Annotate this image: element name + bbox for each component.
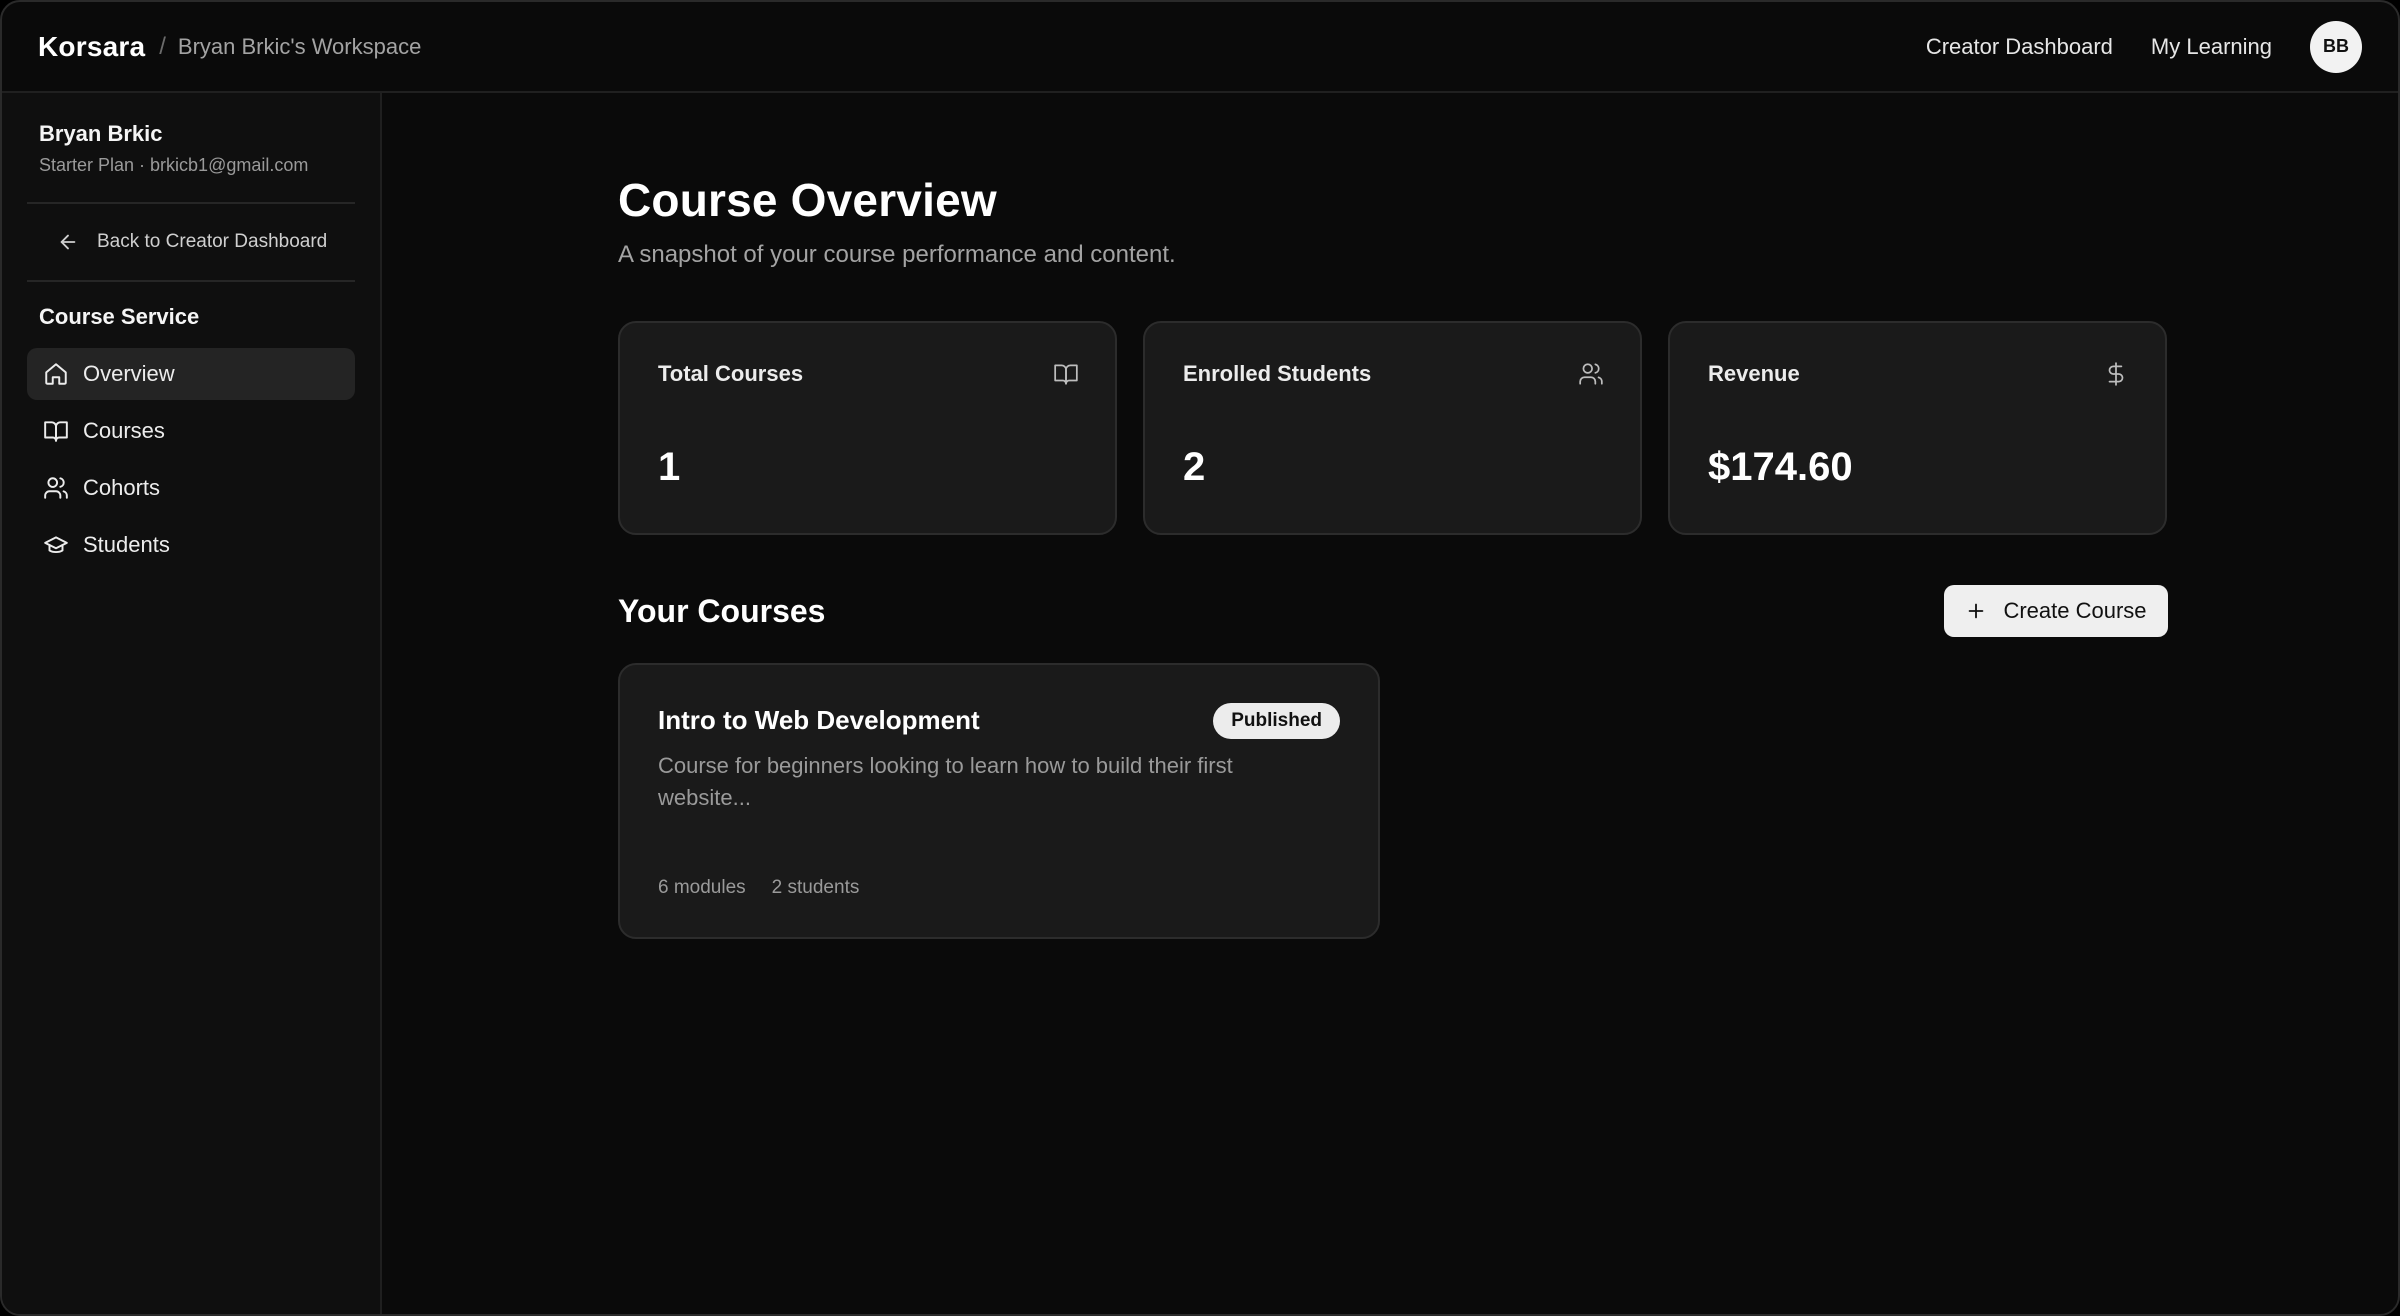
sidebar-item-label: Overview [83, 361, 175, 386]
stat-value: $174.60 [1708, 445, 1853, 489]
sidebar-item-courses[interactable]: Courses [27, 405, 355, 457]
sidebar-item-overview[interactable]: Overview [27, 348, 355, 400]
top-bar: Korsara / Bryan Brkic's Workspace Creato… [2, 2, 2398, 93]
dollar-icon [2108, 362, 2124, 386]
create-course-label: Create Course [2003, 598, 2147, 623]
stat-label: Revenue [1708, 361, 1800, 386]
course-modules-count: 6 modules [658, 877, 746, 898]
course-card[interactable]: Intro to Web Development Published Cours… [618, 663, 1380, 939]
book-open-icon [44, 421, 68, 442]
stat-value: 2 [1183, 445, 1206, 489]
course-meta: 6 modules 2 students [658, 877, 859, 899]
sidebar-item-cohorts[interactable]: Cohorts [27, 462, 355, 514]
section-title: Course Service [39, 304, 200, 329]
sidebar-item-label: Courses [83, 418, 165, 443]
brand-logo[interactable]: Korsara [38, 31, 145, 63]
my-learning-link[interactable]: My Learning [2151, 34, 2272, 60]
user-plan-email: Starter Plan · brkicb1@gmail.com [39, 155, 309, 175]
home-icon [45, 363, 67, 385]
back-link-label: Back to Creator Dashboard [97, 231, 328, 252]
plus-icon [1969, 603, 1984, 619]
top-nav: Creator Dashboard My Learning BB [1888, 20, 2362, 73]
page-title: Course Overview [618, 174, 997, 226]
users-icon [44, 477, 68, 499]
sidebar-divider [27, 280, 355, 282]
stat-value: 1 [658, 445, 681, 489]
arrow-left-icon [60, 234, 76, 250]
creator-dashboard-link[interactable]: Creator Dashboard [1926, 34, 2113, 60]
sidebar-item-label: Students [83, 532, 170, 557]
course-description: Course for beginners looking to learn ho… [658, 753, 1233, 810]
user-name: Bryan Brkic [39, 121, 163, 146]
workspace-name[interactable]: Bryan Brkic's Workspace [178, 34, 421, 60]
status-badge: Published [1213, 703, 1340, 739]
breadcrumb-separator: / [159, 32, 166, 60]
stat-card-enrolled-students: Enrolled Students 2 [1143, 321, 1642, 535]
stat-card-total-courses: Total Courses 1 [618, 321, 1117, 535]
main-content: Course Overview A snapshot of your cours… [618, 93, 2168, 939]
graduation-cap-icon [44, 536, 68, 554]
book-open-icon [1054, 364, 1078, 385]
stats-row: Total Courses 1 Enrolled Students 2 Reve… [618, 321, 2168, 535]
sidebar: Bryan Brkic Starter Plan · brkicb1@gmail… [2, 93, 382, 1314]
section-heading-your-courses: Your Courses [618, 592, 826, 629]
back-to-dashboard-link[interactable]: Back to Creator Dashboard [27, 204, 355, 280]
stat-label: Total Courses [658, 361, 804, 386]
sidebar-item-students[interactable]: Students [27, 519, 355, 571]
stat-label: Enrolled Students [1183, 361, 1372, 386]
course-students-count: 2 students [771, 877, 860, 898]
create-course-button[interactable]: Create Course [1944, 585, 2168, 637]
courses-header: Your Courses Create Course [618, 585, 2168, 637]
page-subtitle: A snapshot of your course performance an… [618, 241, 1176, 268]
stat-card-revenue: Revenue $174.60 [1668, 321, 2167, 535]
app-window: Korsara / Bryan Brkic's Workspace Creato… [0, 0, 2400, 1316]
avatar[interactable]: BB [2310, 20, 2362, 73]
users-icon [1579, 363, 1603, 385]
sidebar-item-label: Cohorts [83, 475, 161, 500]
